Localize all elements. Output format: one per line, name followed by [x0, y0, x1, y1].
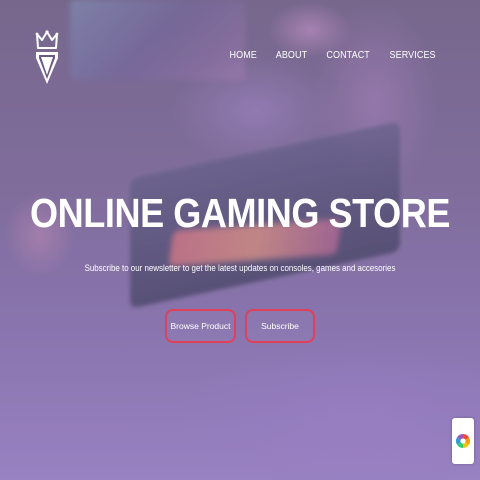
floating-badge[interactable]: [452, 418, 474, 464]
main-nav: HOME ABOUT CONTACT SERVICES: [213, 50, 438, 61]
nav-item-services[interactable]: SERVICES: [389, 50, 435, 61]
hero-background: [0, 0, 480, 480]
nav-item-home[interactable]: HOME: [230, 50, 257, 61]
browse-product-button[interactable]: Browse Product: [165, 309, 236, 343]
hero-title: ONLINE GAMING STORE: [30, 190, 450, 236]
hero-subtitle: Subscribe to our newsletter to get the l…: [84, 263, 396, 273]
nav-item-about[interactable]: ABOUT: [275, 50, 306, 61]
hero-overlay: [0, 0, 480, 480]
nav-item-contact[interactable]: CONTACT: [326, 50, 369, 61]
crown-shield-logo[interactable]: [34, 30, 60, 86]
subscribe-button[interactable]: Subscribe: [245, 309, 315, 343]
color-wheel-icon: [456, 434, 470, 448]
